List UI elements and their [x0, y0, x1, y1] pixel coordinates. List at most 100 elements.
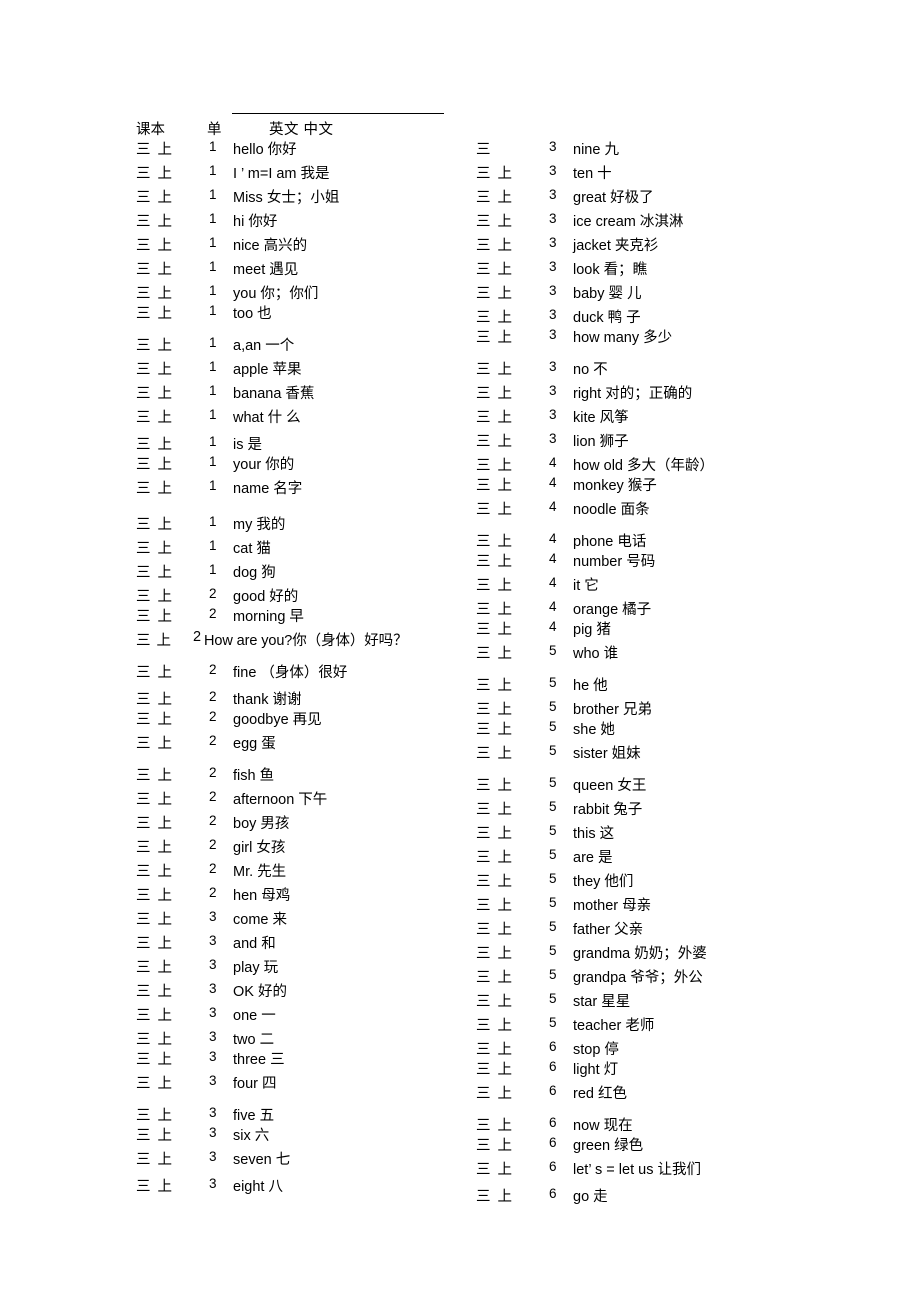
row-book-cell: 三 上: [476, 330, 514, 346]
row-unit-cell: 3: [549, 235, 557, 250]
vocabulary-row: 三 上 3 kite 风筝: [476, 406, 816, 430]
row-book-cell: 三 上: [476, 286, 514, 302]
row-unit-cell: 4: [549, 531, 557, 546]
row-word-cell: hen 母鸡: [233, 888, 291, 904]
row-unit-cell: 6: [549, 1135, 557, 1150]
row-unit-cell: 1: [209, 514, 217, 529]
row-book-cell: 三 上: [476, 970, 514, 986]
document-page: 课本 单 英文 中文 三 上 1 hello 你好三 上 1 I ’ m=I am 我是…: [0, 0, 920, 1303]
row-book-cell: 三 上: [136, 692, 174, 708]
row-word-cell: monkey 猴子: [573, 478, 657, 494]
row-word-cell: right 对的；正确的: [573, 386, 693, 402]
vocabulary-row: 三 上 5 grandma 奶奶；外婆: [476, 942, 816, 966]
row-word-cell: who 谁: [573, 646, 619, 662]
row-book-cell: 三 上: [476, 386, 514, 402]
row-book-cell: 三 上: [136, 960, 174, 976]
row-book-cell: 三 上: [476, 478, 514, 494]
row-book-cell: 三 上: [136, 565, 174, 581]
row-word-cell: go 走: [573, 1189, 608, 1205]
row-unit-cell: 1: [209, 434, 217, 449]
row-word-cell: let’ s = let us 让我们: [573, 1162, 701, 1178]
row-unit-cell: 2: [209, 765, 217, 780]
vocabulary-row: 三 上 3 seven 七: [136, 1148, 476, 1172]
row-book-cell: 三 上: [136, 286, 174, 302]
row-word-cell: how old 多大（年龄）: [573, 458, 715, 474]
header-rule: [232, 113, 444, 114]
row-unit-cell: 5: [549, 799, 557, 814]
row-word-cell: eight 八: [233, 1179, 283, 1195]
vocabulary-row: 三 上 2 fine （身体）很好: [136, 661, 476, 685]
row-word-cell: he 他: [573, 678, 608, 694]
row-unit-cell: 3: [209, 1073, 217, 1088]
row-word-cell: apple 苹果: [233, 362, 302, 378]
vocabulary-row: 三 上 2 boy 男孩: [136, 812, 476, 836]
row-book-cell: 三 上: [476, 1189, 514, 1205]
vocabulary-row: 三 上 2 afternoon 下午: [136, 788, 476, 812]
row-book-cell: 三 上: [476, 702, 514, 718]
vocabulary-row: 三 上 5 who 谁: [476, 642, 816, 666]
vocabulary-row: 三 上 4 number 号码: [476, 550, 816, 574]
row-unit-cell: 1: [209, 211, 217, 226]
row-unit-cell: 2: [209, 837, 217, 852]
row-word-cell: now 现在: [573, 1118, 633, 1134]
row-word-cell: green 绿色: [573, 1138, 644, 1154]
vocabulary-row: 三 上 3 one 一: [136, 1004, 476, 1028]
row-word-cell: nine 九: [573, 142, 619, 158]
row-book-cell: 三 上: [476, 310, 514, 326]
vocabulary-row: 三 上 3 how many 多少: [476, 326, 816, 350]
vocabulary-row: 三 上 2 egg 蛋: [136, 732, 476, 756]
vocabulary-row: 三 上 3 right 对的；正确的: [476, 382, 816, 406]
vocabulary-row: 三 上 1 Miss 女士；小姐: [136, 186, 476, 210]
vocabulary-row: 三 上 6 red 红色: [476, 1082, 816, 1106]
vocabulary-row: 三 上 1 dog 狗: [136, 561, 476, 585]
row-unit-cell: 2: [209, 606, 217, 621]
row-unit-cell: 5: [549, 967, 557, 982]
row-book-cell: 三 上: [476, 802, 514, 818]
row-word-cell: I ’ m=I am 我是: [233, 166, 330, 182]
vocabulary-row: 三 上 1 hello 你好: [136, 138, 476, 162]
vocabulary-row: 三 上 4 it 它: [476, 574, 816, 598]
vocabulary-row: 三 上 5 mother 母亲: [476, 894, 816, 918]
row-word-cell: thank 谢谢: [233, 692, 302, 708]
row-word-cell: girl 女孩: [233, 840, 286, 856]
row-unit-cell: 6: [549, 1039, 557, 1054]
row-unit-cell: 5: [549, 991, 557, 1006]
row-unit-cell: 1: [209, 359, 217, 374]
row-book-cell: 三 上: [136, 1032, 174, 1048]
row-word-cell: How are you?你（身体）好吗？: [204, 633, 408, 649]
row-word-cell: pig 猪: [573, 622, 611, 638]
row-unit-cell: 1: [209, 163, 217, 178]
row-unit-cell: 3: [209, 909, 217, 924]
row-book-cell: 三 上: [136, 457, 174, 473]
row-unit-cell: 5: [549, 699, 557, 714]
row-word-cell: and 和: [233, 936, 276, 952]
row-book-cell: 三 上: [136, 1128, 174, 1144]
row-unit-cell: 2: [209, 733, 217, 748]
row-book-cell: 三 上: [136, 190, 174, 206]
row-word-cell: no 不: [573, 362, 608, 378]
row-book-cell: 三 上: [136, 840, 174, 856]
row-word-cell: are 是: [573, 850, 613, 866]
row-book-cell: 三 上: [476, 262, 514, 278]
vocabulary-row: 三 上 5 rabbit 兔子: [476, 798, 816, 822]
row-word-cell: look 看；瞧: [573, 262, 648, 278]
row-word-cell: grandma 奶奶；外婆: [573, 946, 707, 962]
row-unit-cell: 5: [549, 823, 557, 838]
row-book-cell: 三 上: [136, 338, 174, 354]
row-unit-cell: 5: [549, 847, 557, 862]
vocabulary-row: 三 上 1 hi 你好: [136, 210, 476, 234]
row-unit-cell: 4: [549, 575, 557, 590]
vocabulary-row: 三 上 6 light 灯: [476, 1058, 816, 1082]
row-book-cell: 三 上: [476, 410, 514, 426]
row-book-cell: 三 上: [136, 386, 174, 402]
row-unit-cell: 5: [549, 943, 557, 958]
vocabulary-row: 三 上 5 sister 姐妹: [476, 742, 816, 766]
row-unit-cell: 1: [209, 259, 217, 274]
row-book-cell: 三 上: [476, 238, 514, 254]
row-unit-cell: 1: [209, 335, 217, 350]
vocabulary-row: 三 上 2 Mr. 先生: [136, 860, 476, 884]
row-book-cell: 三 上: [476, 1162, 514, 1178]
vocabulary-rows-right: 三 3 nine 九三 上 3 ten 十三 上 3 great 好极了三 上 3 ice cr…: [476, 138, 816, 1209]
row-book-cell: 三 上: [136, 589, 174, 605]
row-book-cell: 三 上: [136, 1076, 174, 1092]
